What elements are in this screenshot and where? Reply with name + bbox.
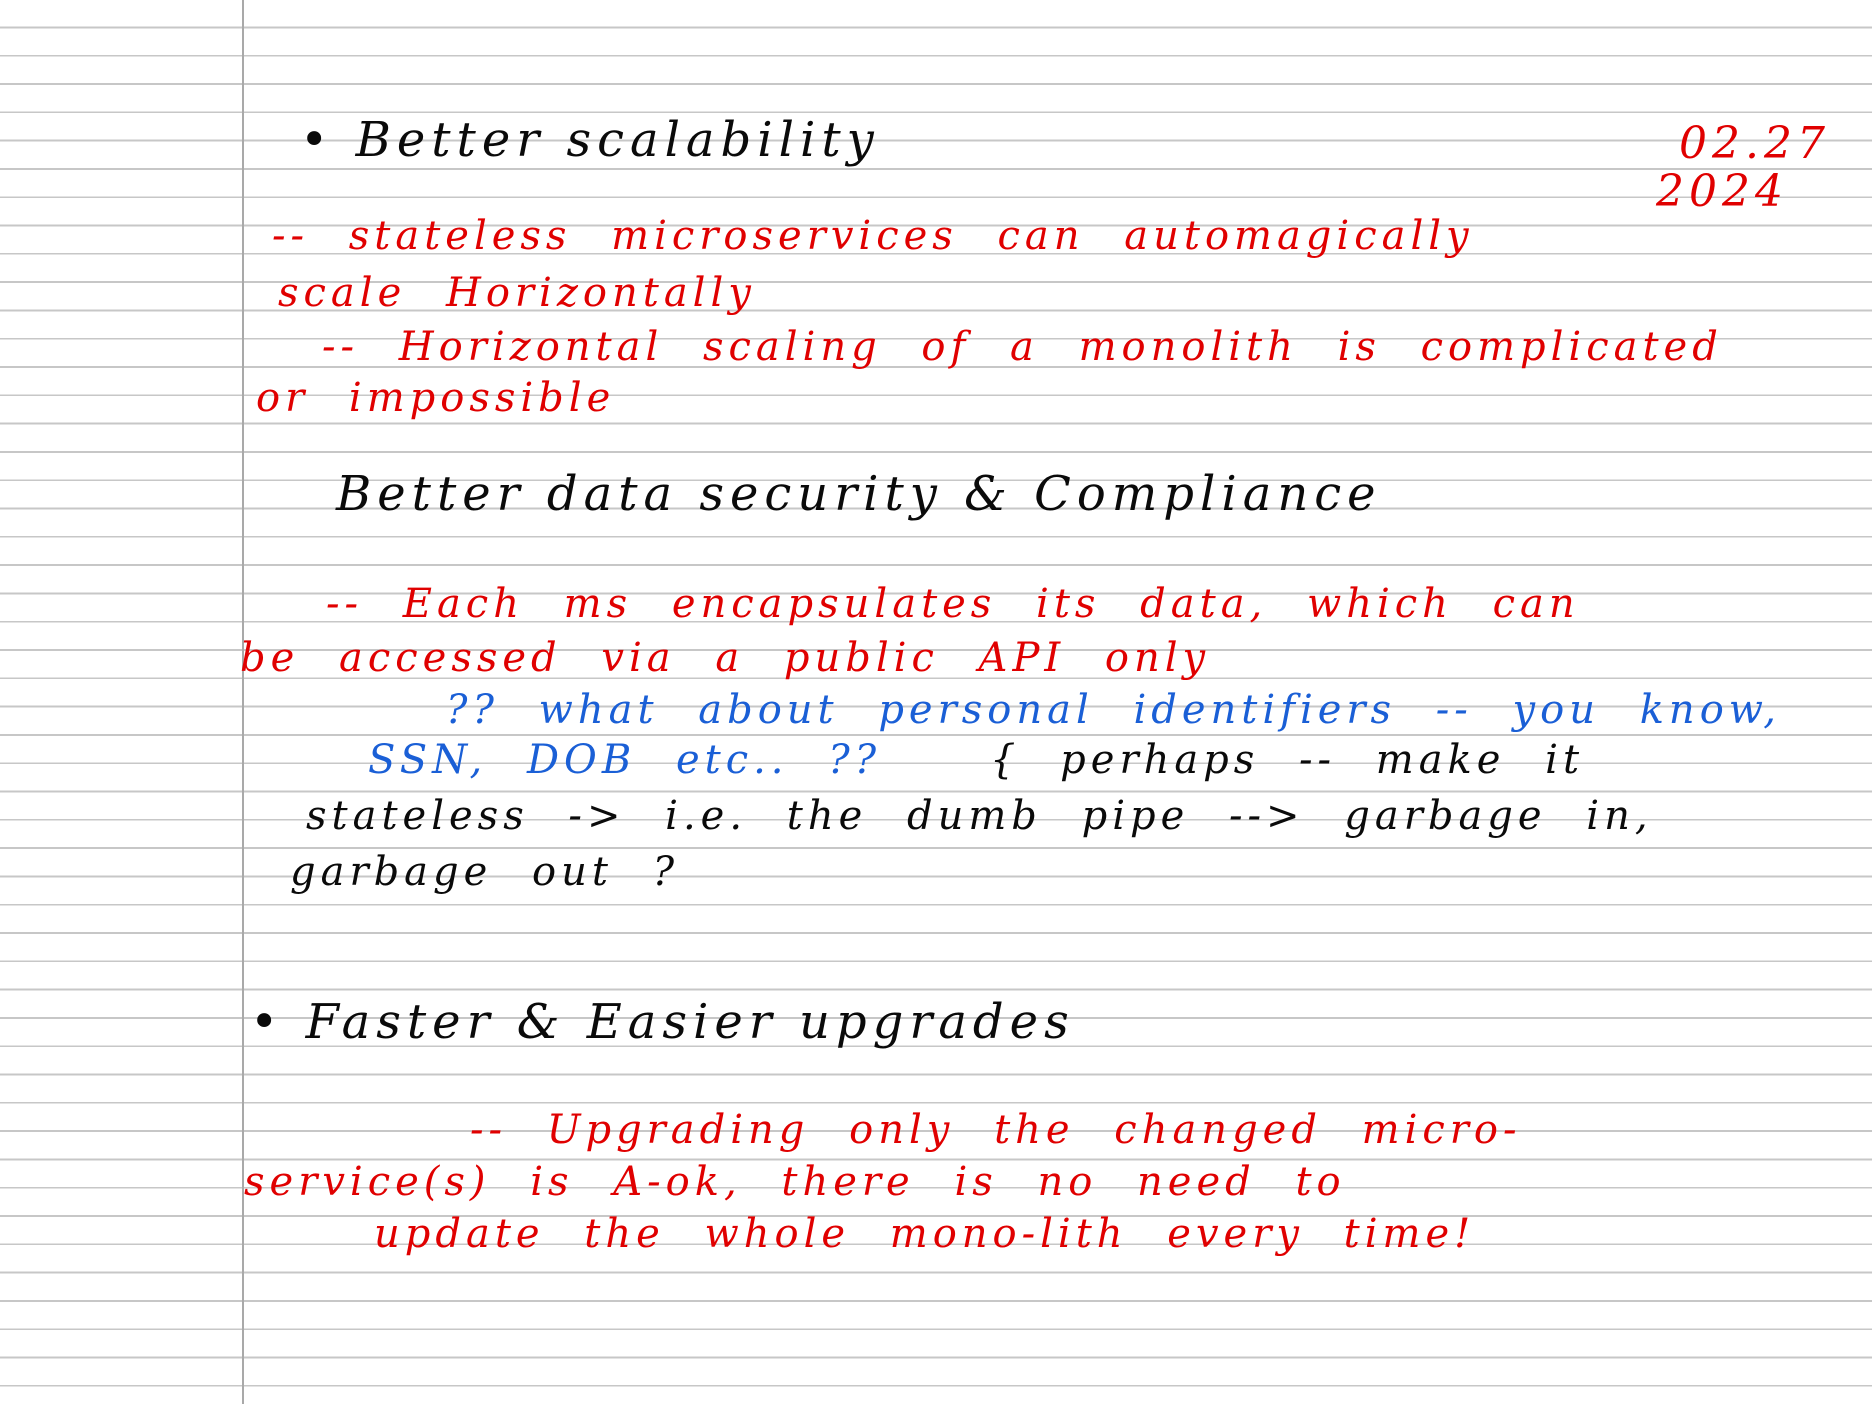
note-line: -- Horizontal scaling of a monolith is c… <box>322 324 1723 370</box>
note-line: scale Horizontally <box>278 270 756 316</box>
heading-better-data-security: Better data security & Compliance <box>336 466 1382 522</box>
heading-better-scalability: • Better scalability <box>300 112 880 168</box>
heading-faster-easier-upgrades: • Faster & Easier upgrades <box>250 994 1075 1050</box>
note-line: be accessed via a public API only <box>240 635 1211 681</box>
question-line: ?? what about personal identifiers -- yo… <box>446 687 1781 733</box>
question-line: SSN, DOB etc.. ?? <box>368 737 882 783</box>
date-year: 2024 <box>1656 166 1788 217</box>
note-line: -- stateless microservices can automagic… <box>272 213 1474 259</box>
note-line: service(s) is A-ok, there is no need to <box>244 1159 1346 1205</box>
note-line: -- Upgrading only the changed micro- <box>470 1107 1522 1153</box>
note-line: update the whole mono-lith every time! <box>374 1211 1476 1257</box>
notebook-page: 02.27 2024 • Better scalability -- state… <box>0 0 1872 1404</box>
note-line: or impossible <box>256 375 616 421</box>
answer-line: garbage out ? <box>290 849 680 895</box>
answer-line: { perhaps -- make it <box>990 737 1585 783</box>
answer-line: stateless -> i.e. the dumb pipe --> garb… <box>306 793 1653 839</box>
note-line: -- Each ms encapsulates its data, which … <box>326 581 1580 627</box>
date-month-day: 02.27 <box>1679 118 1830 169</box>
